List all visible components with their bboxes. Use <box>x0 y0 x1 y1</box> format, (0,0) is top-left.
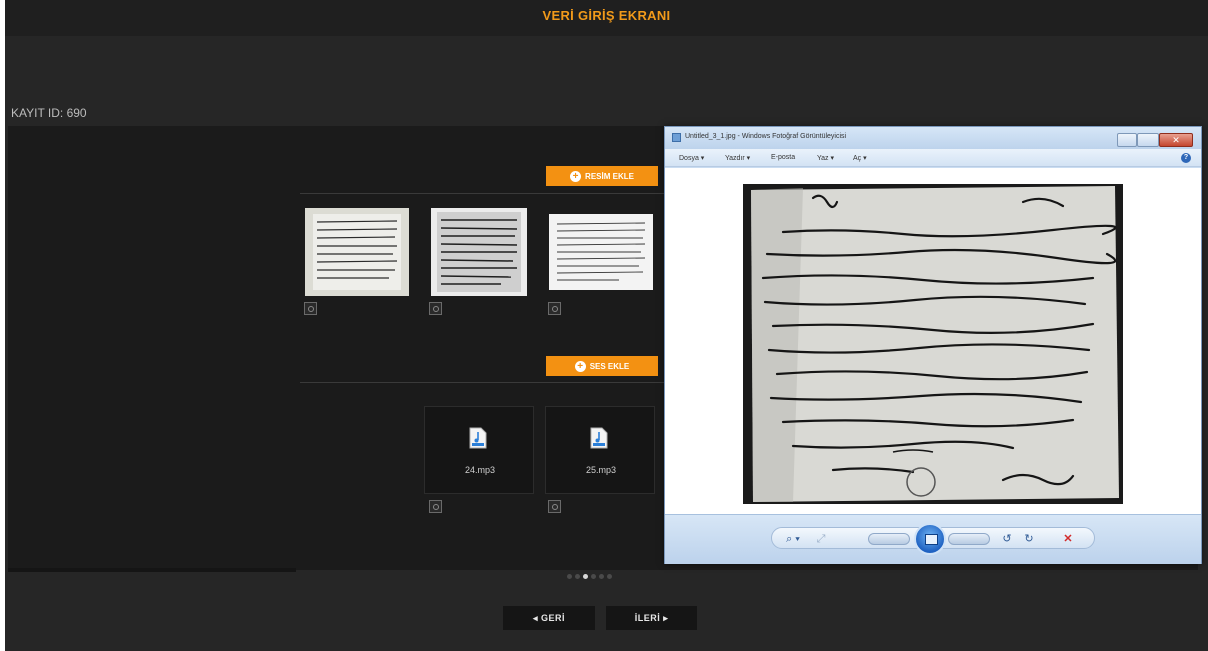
viewer-menu-bar: Dosya ▾ Yazdır ▾ E-posta Yaz ▾ Aç ▾ ? <box>665 149 1201 167</box>
panel-footer-strip <box>8 568 296 572</box>
pagination-dot[interactable] <box>575 574 580 579</box>
viewer-controls: ⌕ ▾ ⤢ ↺ ↻ ✕ <box>771 523 1095 555</box>
mp3-file-icon <box>469 427 487 449</box>
add-image-label: RESİM EKLE <box>585 171 634 181</box>
rotate-ccw-icon[interactable]: ↺ <box>998 531 1016 547</box>
images-divider <box>300 193 664 194</box>
manuscript-photo <box>743 184 1123 504</box>
pagination-dot-active[interactable] <box>583 574 588 579</box>
zoom-icon[interactable] <box>548 500 561 513</box>
back-button[interactable]: ◂ GERİ <box>503 606 595 630</box>
audio-divider <box>300 382 664 383</box>
zoom-icon[interactable]: ⌕ ▾ <box>778 531 808 547</box>
minimize-button[interactable] <box>1117 133 1137 147</box>
manuscript-thumb-1[interactable] <box>305 208 409 296</box>
photo-viewer-window: Untitled_3_1.jpg - Windows Fotoğraf Görü… <box>664 126 1202 564</box>
add-audio-button[interactable]: + SES EKLE <box>546 356 658 376</box>
zoom-icon[interactable] <box>429 302 442 315</box>
plus-icon: + <box>570 170 582 182</box>
record-id-label: KAYIT ID: 690 <box>11 106 87 120</box>
title-bar: VERİ GİRİŞ EKRANI <box>5 0 1208 36</box>
next-image-button[interactable] <box>948 533 990 545</box>
rotate-cw-icon[interactable]: ↻ <box>1020 531 1038 547</box>
audio-file-name: 25.mp3 <box>585 465 617 475</box>
photo-viewer-app-icon <box>672 133 681 142</box>
plus-icon: + <box>574 360 586 372</box>
pagination-dots <box>567 574 612 579</box>
mp3-file-icon <box>590 427 608 449</box>
audio-file-card[interactable]: 24.mp3 <box>424 406 534 494</box>
zoom-icon[interactable] <box>429 500 442 513</box>
viewer-titlebar[interactable]: Untitled_3_1.jpg - Windows Fotoğraf Görü… <box>665 127 1201 149</box>
viewer-canvas <box>665 168 1201 514</box>
audio-file-name: 24.mp3 <box>464 465 496 475</box>
menu-burn[interactable]: Yaz ▾ <box>817 154 834 162</box>
pagination-dot[interactable] <box>567 574 572 579</box>
delete-icon[interactable]: ✕ <box>1058 531 1078 547</box>
pagination-dot[interactable] <box>599 574 604 579</box>
pagination-dot[interactable] <box>591 574 596 579</box>
zoom-icon[interactable] <box>548 302 561 315</box>
previous-button[interactable] <box>868 533 910 545</box>
help-icon[interactable]: ? <box>1181 153 1191 163</box>
zoom-icon[interactable] <box>304 302 317 315</box>
viewer-control-bar: ⌕ ▾ ⤢ ↺ ↻ ✕ <box>665 514 1201 564</box>
add-audio-label: SES EKLE <box>589 361 630 371</box>
next-button[interactable]: İLERİ ▸ <box>606 606 697 630</box>
actual-size-icon[interactable]: ⤢ <box>810 531 832 547</box>
slideshow-button[interactable] <box>914 523 946 555</box>
add-image-button[interactable]: + RESİM EKLE <box>546 166 658 186</box>
close-button[interactable] <box>1159 133 1193 147</box>
menu-open[interactable]: Aç ▾ <box>853 154 867 162</box>
manuscript-thumb-3[interactable] <box>549 214 653 290</box>
menu-email[interactable]: E-posta <box>771 154 795 161</box>
manuscript-thumb-2[interactable] <box>431 208 527 296</box>
pagination-dot[interactable] <box>607 574 612 579</box>
menu-file[interactable]: Dosya ▾ <box>679 154 704 162</box>
viewer-title: Untitled_3_1.jpg - Windows Fotoğraf Görü… <box>685 133 847 140</box>
menu-print[interactable]: Yazdır ▾ <box>725 154 750 162</box>
audio-file-card[interactable]: 25.mp3 <box>545 406 655 494</box>
maximize-button[interactable] <box>1137 133 1159 147</box>
page-title: VERİ GİRİŞ EKRANI <box>542 8 671 23</box>
